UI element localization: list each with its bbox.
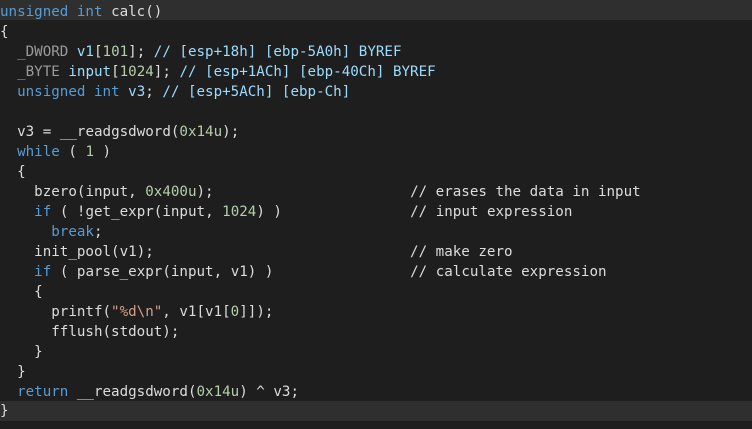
code-line[interactable]: } <box>0 362 26 382</box>
code-line[interactable]: v3 = __readgsdword(0x14u); <box>0 122 239 142</box>
code-line[interactable]: unsigned int calc() <box>0 2 162 22</box>
code-line[interactable]: unsigned int v3; // [esp+5ACh] [ebp-Ch] <box>0 82 350 102</box>
code-line[interactable]: printf("%d\n", v1[v1[0]]); <box>0 302 273 322</box>
code-token: // make zero <box>410 244 513 260</box>
code-line[interactable]: if ( parse_expr(input, v1) ) // calculat… <box>0 262 607 282</box>
code-line[interactable]: init_pool(v1); // make zero <box>0 242 513 262</box>
code-token: // calculate expression <box>410 264 607 280</box>
code-line[interactable]: } <box>0 401 9 421</box>
code-token: _BYTE input[1024]; // [esp+1ACh] [ebp-40… <box>17 64 436 80</box>
code-line[interactable]: { <box>0 162 26 182</box>
code-line[interactable]: { <box>0 22 9 42</box>
code-line[interactable]: fflush(stdout); <box>0 322 179 342</box>
code-line[interactable]: while ( 1 ) <box>0 142 111 162</box>
code-editor[interactable]: unsigned int calc() { _DWORD v1[101]; // … <box>0 0 752 429</box>
code-line[interactable]: bzero(input, 0x400u); // erases the data… <box>0 182 641 202</box>
code-token: fflush(stdout); <box>51 324 180 340</box>
code-token: v3 = __readgsdword(0x14u); <box>17 124 240 140</box>
code-line[interactable]: { <box>0 282 43 302</box>
code-token: // input expression <box>410 204 573 220</box>
code-token: init_pool(v1); <box>34 244 154 260</box>
code-token: { <box>0 24 9 40</box>
code-token: } <box>34 344 43 360</box>
code-line[interactable]: return __readgsdword(0x14u) ^ v3; <box>0 382 299 402</box>
code-token: if ( !get_expr(input, 1024) ) <box>34 204 282 220</box>
code-line[interactable]: _BYTE input[1024]; // [esp+1ACh] [ebp-40… <box>0 62 436 82</box>
code-token: return __readgsdword(0x14u) ^ v3; <box>17 384 300 400</box>
code-line[interactable]: if ( !get_expr(input, 1024) ) // input e… <box>0 202 572 222</box>
code-token: printf("%d\n", v1[v1[0]]); <box>51 304 274 320</box>
code-token: unsigned int v3; // [esp+5ACh] [ebp-Ch] <box>17 84 351 100</box>
code-token: { <box>17 164 26 180</box>
current-line-highlight-bottom <box>0 401 752 421</box>
code-line[interactable]: _DWORD v1[101]; // [esp+18h] [ebp-5A0h] … <box>0 42 402 62</box>
code-token: } <box>17 364 26 380</box>
code-line[interactable]: break; <box>0 222 103 242</box>
code-token: { <box>34 284 43 300</box>
code-token: bzero(input, 0x400u); <box>34 184 214 200</box>
code-token: break; <box>51 224 103 240</box>
code-token: _DWORD v1[101]; // [esp+18h] [ebp-5A0h] … <box>17 44 402 60</box>
code-token: unsigned int calc() <box>0 4 163 20</box>
code-token: while ( 1 ) <box>17 144 112 160</box>
code-token: if ( parse_expr(input, v1) ) <box>34 264 274 280</box>
code-token: // erases the data in input <box>410 184 641 200</box>
code-token: } <box>0 403 9 419</box>
code-line[interactable]: } <box>0 342 43 362</box>
